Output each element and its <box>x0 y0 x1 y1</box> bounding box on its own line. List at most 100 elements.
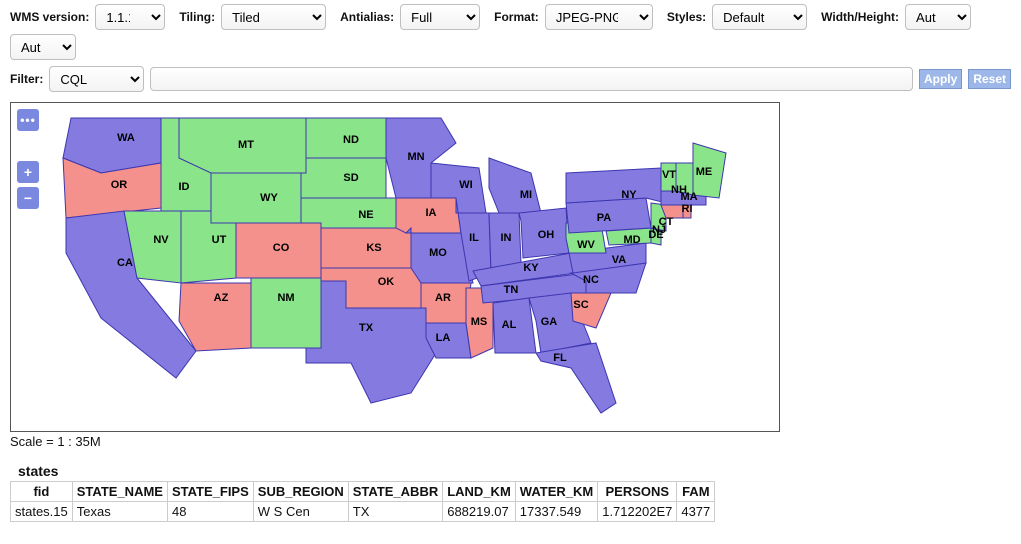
tiling-select[interactable]: Tiled <box>221 4 326 30</box>
wms-version-label: WMS version: <box>10 10 89 24</box>
state-label-RI: RI <box>682 203 693 215</box>
state-NY[interactable] <box>566 168 666 203</box>
table-header: STATE_NAME <box>72 482 167 502</box>
state-label-ID: ID <box>179 181 190 193</box>
table-header: STATE_ABBR <box>348 482 442 502</box>
styles-select[interactable]: Default <box>712 4 807 30</box>
state-FL[interactable] <box>536 343 616 413</box>
state-label-AL: AL <box>502 319 517 331</box>
state-label-SD: SD <box>343 172 358 184</box>
table-header: SUB_REGION <box>253 482 348 502</box>
map-controls: ••• + − <box>17 109 39 209</box>
state-label-OH: OH <box>538 229 555 241</box>
table-cell: W S Cen <box>253 502 348 522</box>
format-select[interactable]: JPEG-PNG <box>545 4 653 30</box>
state-label-PA: PA <box>597 212 612 224</box>
zoom-in-button[interactable]: + <box>17 161 39 183</box>
state-label-WA: WA <box>117 132 135 144</box>
styles-label: Styles: <box>667 10 706 24</box>
table-title: states <box>18 463 1021 479</box>
state-label-WY: WY <box>260 192 278 204</box>
zoom-out-button[interactable]: − <box>17 187 39 209</box>
state-label-CT: CT <box>659 216 674 228</box>
filter-label: Filter: <box>10 72 43 86</box>
table-cell: states.15 <box>11 502 73 522</box>
state-NM[interactable] <box>251 278 321 348</box>
table-header: STATE_FIPS <box>167 482 253 502</box>
state-label-CA: CA <box>117 257 133 269</box>
state-label-KS: KS <box>366 242 381 254</box>
state-label-MO: MO <box>429 247 447 259</box>
table-header: LAND_KM <box>443 482 516 502</box>
table-cell: TX <box>348 502 442 522</box>
table-cell: 688219.07 <box>443 502 516 522</box>
filter-type-select[interactable]: CQL <box>49 66 144 92</box>
state-label-VA: VA <box>612 254 627 266</box>
state-label-ME: ME <box>696 166 713 178</box>
state-label-NH: NH <box>671 184 687 196</box>
state-label-AR: AR <box>435 292 451 304</box>
state-label-ND: ND <box>343 134 359 146</box>
state-label-GA: GA <box>541 316 558 328</box>
filter-row: Filter: CQL Apply Reset <box>0 64 1021 98</box>
width-height-label: Width/Height: <box>821 10 899 24</box>
state-label-VT: VT <box>662 169 676 181</box>
table-header: fid <box>11 482 73 502</box>
state-label-MD: MD <box>623 234 640 246</box>
state-label-NV: NV <box>153 234 169 246</box>
state-label-TX: TX <box>359 322 374 334</box>
state-label-FL: FL <box>553 352 567 364</box>
apply-button[interactable]: Apply <box>919 69 962 89</box>
tiling-label: Tiling: <box>179 10 215 24</box>
table-cell: 48 <box>167 502 253 522</box>
filter-input[interactable] <box>150 67 913 91</box>
antialias-label: Antialias: <box>340 10 394 24</box>
antialias-select[interactable]: Full <box>400 4 480 30</box>
height-select[interactable]: Auto <box>10 34 76 60</box>
state-label-IL: IL <box>469 232 479 244</box>
state-label-MT: MT <box>238 139 254 151</box>
state-label-MI: MI <box>520 189 532 201</box>
table-cell: 1.712202E7 <box>598 502 677 522</box>
state-label-MS: MS <box>471 316 488 328</box>
state-label-WV: WV <box>577 239 595 251</box>
table-cell: 17337.549 <box>515 502 597 522</box>
format-label: Format: <box>494 10 539 24</box>
map-scale-text: Scale = 1 : 35M <box>10 432 1021 449</box>
state-label-IN: IN <box>501 232 512 244</box>
state-label-NM: NM <box>277 292 294 304</box>
width-select[interactable]: Auto <box>905 4 971 30</box>
table-row: states.15Texas48W S CenTX688219.0717337.… <box>11 502 715 522</box>
wms-version-select[interactable]: 1.1.1 <box>95 4 165 30</box>
state-label-OK: OK <box>378 276 395 288</box>
state-label-NC: NC <box>583 274 599 286</box>
table-header-row: fidSTATE_NAMESTATE_FIPSSUB_REGIONSTATE_A… <box>11 482 715 502</box>
state-label-NE: NE <box>358 209 373 221</box>
table-body: states.15Texas48W S CenTX688219.0717337.… <box>11 502 715 522</box>
state-label-OR: OR <box>111 179 128 191</box>
state-label-WI: WI <box>459 179 472 191</box>
table-header: FAM <box>677 482 715 502</box>
state-NE[interactable] <box>301 198 396 228</box>
state-label-MN: MN <box>407 151 424 163</box>
state-label-AZ: AZ <box>214 292 229 304</box>
us-states-map: WA OR CA ID NV UT AZ MT WY CO NM ND SD NE KS OK TX MN IA MO… <box>11 103 779 431</box>
top-toolbar: WMS version: 1.1.1 Tiling: Tiled Antiali… <box>0 0 1021 64</box>
state-label-NY: NY <box>621 189 637 201</box>
state-label-IA: IA <box>426 207 437 219</box>
reset-button[interactable]: Reset <box>968 69 1011 89</box>
table-cell: 4377 <box>677 502 715 522</box>
state-MI[interactable] <box>489 158 541 218</box>
state-label-TN: TN <box>504 284 519 296</box>
state-label-LA: LA <box>436 332 451 344</box>
map-more-button[interactable]: ••• <box>17 109 39 131</box>
state-label-KY: KY <box>523 262 539 274</box>
state-WY[interactable] <box>211 173 301 223</box>
table-header: WATER_KM <box>515 482 597 502</box>
states-table: fidSTATE_NAMESTATE_FIPSSUB_REGIONSTATE_A… <box>10 481 715 522</box>
state-label-SC: SC <box>573 299 588 311</box>
map-viewport[interactable]: ••• + − WA OR CA ID NV UT AZ MT WY CO NM ND SD NE KS OK… <box>10 102 780 432</box>
table-header: PERSONS <box>598 482 677 502</box>
state-label-CO: CO <box>273 242 290 254</box>
state-label-UT: UT <box>212 234 227 246</box>
